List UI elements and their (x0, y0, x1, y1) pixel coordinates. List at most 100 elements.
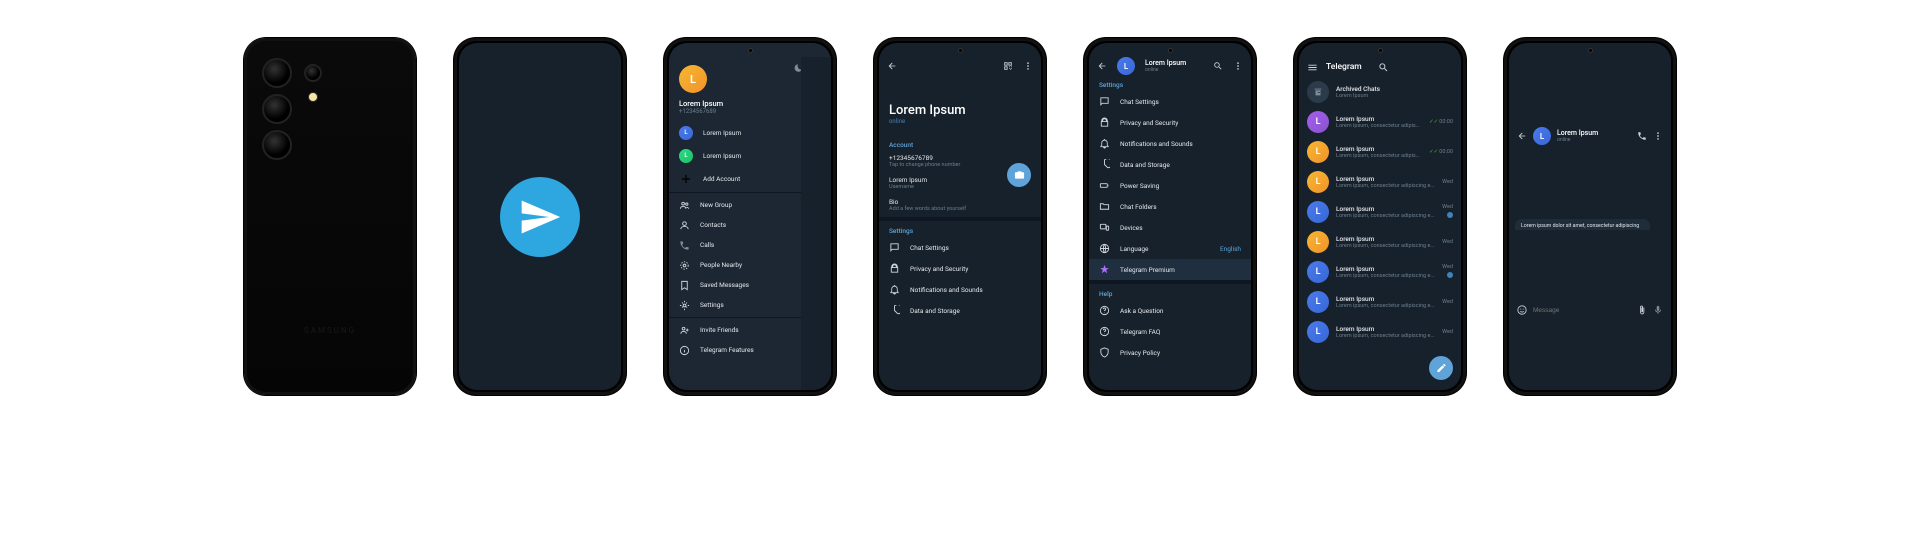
setting-data[interactable]: Data and Storage (1089, 154, 1251, 175)
unread-badge (1447, 272, 1453, 278)
emoji-icon[interactable] (1517, 235, 1527, 385)
conversation-header[interactable]: L Lorem Ipsum online (1509, 57, 1671, 215)
chat-row[interactable]: LLorem IpsumLorem ipsum, consectetur adi… (1299, 107, 1461, 137)
setting-data[interactable]: Data and Storage (879, 300, 1041, 321)
gear-icon (679, 300, 690, 311)
chat-row[interactable]: LLorem IpsumLorem ipsum, consectetur adi… (1299, 197, 1461, 227)
phone-icon (679, 240, 690, 251)
shield-icon (1099, 347, 1110, 358)
setting-label: Chat Folders (1120, 203, 1157, 211)
setting-lock[interactable]: Privacy and Security (879, 258, 1041, 279)
help-help[interactable]: Ask a Question (1089, 300, 1251, 321)
back-icon[interactable] (1097, 61, 1107, 71)
drawer-item-label: Telegram Features (700, 346, 754, 354)
account-name: Lorem Ipsum (703, 152, 741, 160)
chat-preview: Lorem ipsum, consectetur adipiscing elit… (1336, 153, 1422, 159)
setting-label: Chat Settings (1120, 98, 1159, 106)
drawer-item-label: Invite Friends (700, 326, 739, 334)
hero-status: online (889, 118, 1031, 125)
account-name: Lorem Ipsum (703, 129, 741, 137)
folder-icon (1099, 201, 1110, 212)
message-input[interactable] (1533, 307, 1631, 314)
account-avatar: L (679, 149, 693, 163)
chat-time: Wed (1442, 264, 1453, 270)
chat-avatar: L (1307, 291, 1329, 313)
change-photo-button[interactable] (1007, 163, 1031, 187)
chat-preview: Lorem ipsum, consectetur adipiscing elit… (1336, 243, 1435, 249)
setting-label: Notifications and Sounds (910, 286, 983, 294)
phone-drawer: L Lorem Ipsum +1234567689 LLorem IpsumLL… (664, 38, 836, 395)
chat-avatar: L (1307, 141, 1329, 163)
user-icon (679, 220, 690, 231)
camera-punch-icon (748, 48, 753, 53)
chat-time: Wed (1442, 179, 1453, 185)
more-icon[interactable] (1023, 61, 1033, 71)
setting-label: Power Saving (1120, 182, 1159, 190)
message-bubble-in[interactable]: Lorem ipsum dolor sit amet, consectetur … (1515, 219, 1650, 230)
back-icon[interactable] (887, 61, 897, 71)
new-message-fab[interactable] (1429, 356, 1453, 380)
archived-chats-row[interactable]: Archived Chats Lorem Ipsum (1299, 77, 1461, 107)
drawer-item-label: Saved Messages (700, 281, 749, 289)
search-icon[interactable] (1378, 62, 1389, 73)
help-label: Privacy Policy (1120, 349, 1160, 357)
settings-header-status: online (1145, 67, 1186, 73)
setting-chat[interactable]: Chat Settings (1089, 91, 1251, 112)
settings-topbar: L Lorem Ipsum online (1089, 57, 1251, 75)
setting-folder[interactable]: Chat Folders (1089, 196, 1251, 217)
phone-back-view: SAMSUNG (244, 38, 416, 395)
chat-name: Lorem Ipsum (1336, 145, 1422, 153)
chat-preview: Lorem ipsum, consectetur adipiscing elit… (1336, 303, 1435, 309)
messages-list[interactable]: Lorem ipsum dolor sit amet, consectetur … (1509, 215, 1671, 230)
search-icon[interactable] (1213, 61, 1223, 71)
contact-avatar[interactable]: L (1533, 127, 1551, 145)
chat-name: Lorem Ipsum (1336, 325, 1435, 333)
app-title: Telegram (1326, 62, 1362, 72)
topbar (879, 57, 1041, 75)
help-label: Ask a Question (1120, 307, 1164, 315)
setting-bell[interactable]: Notifications and Sounds (1089, 133, 1251, 154)
drawer-item-label: Calls (700, 241, 714, 249)
lock-icon (1099, 117, 1110, 128)
qr-icon[interactable] (1003, 61, 1013, 71)
setting-label: Devices (1120, 224, 1143, 232)
chat-row[interactable]: LLorem IpsumLorem ipsum, consectetur adi… (1299, 227, 1461, 257)
more-icon[interactable] (1233, 61, 1243, 71)
camera-lens-icon (262, 58, 292, 88)
help-faq[interactable]: Telegram FAQ (1089, 321, 1251, 342)
call-icon[interactable] (1637, 61, 1647, 211)
setting-devices[interactable]: Devices (1089, 217, 1251, 238)
faq-icon (1099, 326, 1110, 337)
setting-globe[interactable]: LanguageEnglish (1089, 238, 1251, 259)
setting-star[interactable]: Telegram Premium (1089, 259, 1251, 280)
chat-avatar: L (1307, 111, 1329, 133)
chat-row[interactable]: L Lorem IpsumLorem ipsum, consectetur adi… (1299, 137, 1461, 167)
archive-icon (1307, 81, 1329, 103)
contact-status: online (1557, 137, 1631, 143)
setting-lock[interactable]: Privacy and Security (1089, 112, 1251, 133)
chat-row[interactable]: LLorem IpsumLorem ipsum, consectetur adi… (1299, 257, 1461, 287)
chat-avatar: L (1307, 261, 1329, 283)
phone-chatlist: Telegram Archived Chats Lorem Ipsum L Lor… (1294, 38, 1466, 395)
plus-icon (679, 172, 693, 186)
chat-row[interactable]: LLorem IpsumLorem ipsum, consectetur adi… (1299, 167, 1461, 197)
chat-preview: Lorem ipsum, consectetur adipiscing elit… (1336, 333, 1435, 339)
drawer-item-label: Settings (700, 301, 724, 309)
chat-time: Wed (1442, 204, 1453, 210)
help-icon (1099, 305, 1110, 316)
chat-avatar: L (1307, 231, 1329, 253)
phone-splash (454, 38, 626, 395)
setting-battery[interactable]: Power Saving (1089, 175, 1251, 196)
setting-label: Telegram Premium (1120, 266, 1175, 274)
profile-avatar[interactable]: L (679, 65, 707, 93)
settings-avatar[interactable]: L (1117, 57, 1135, 75)
setting-bell[interactable]: Notifications and Sounds (879, 279, 1041, 300)
attach-icon[interactable] (1637, 235, 1647, 385)
mic-icon[interactable] (1653, 235, 1663, 385)
more-icon[interactable] (1653, 61, 1663, 211)
help-shield[interactable]: Privacy Policy (1089, 342, 1251, 363)
lock-icon (889, 263, 900, 274)
back-icon[interactable] (1517, 61, 1527, 211)
chat-avatar: L (1307, 201, 1329, 223)
chat-avatar: L (1307, 321, 1329, 343)
